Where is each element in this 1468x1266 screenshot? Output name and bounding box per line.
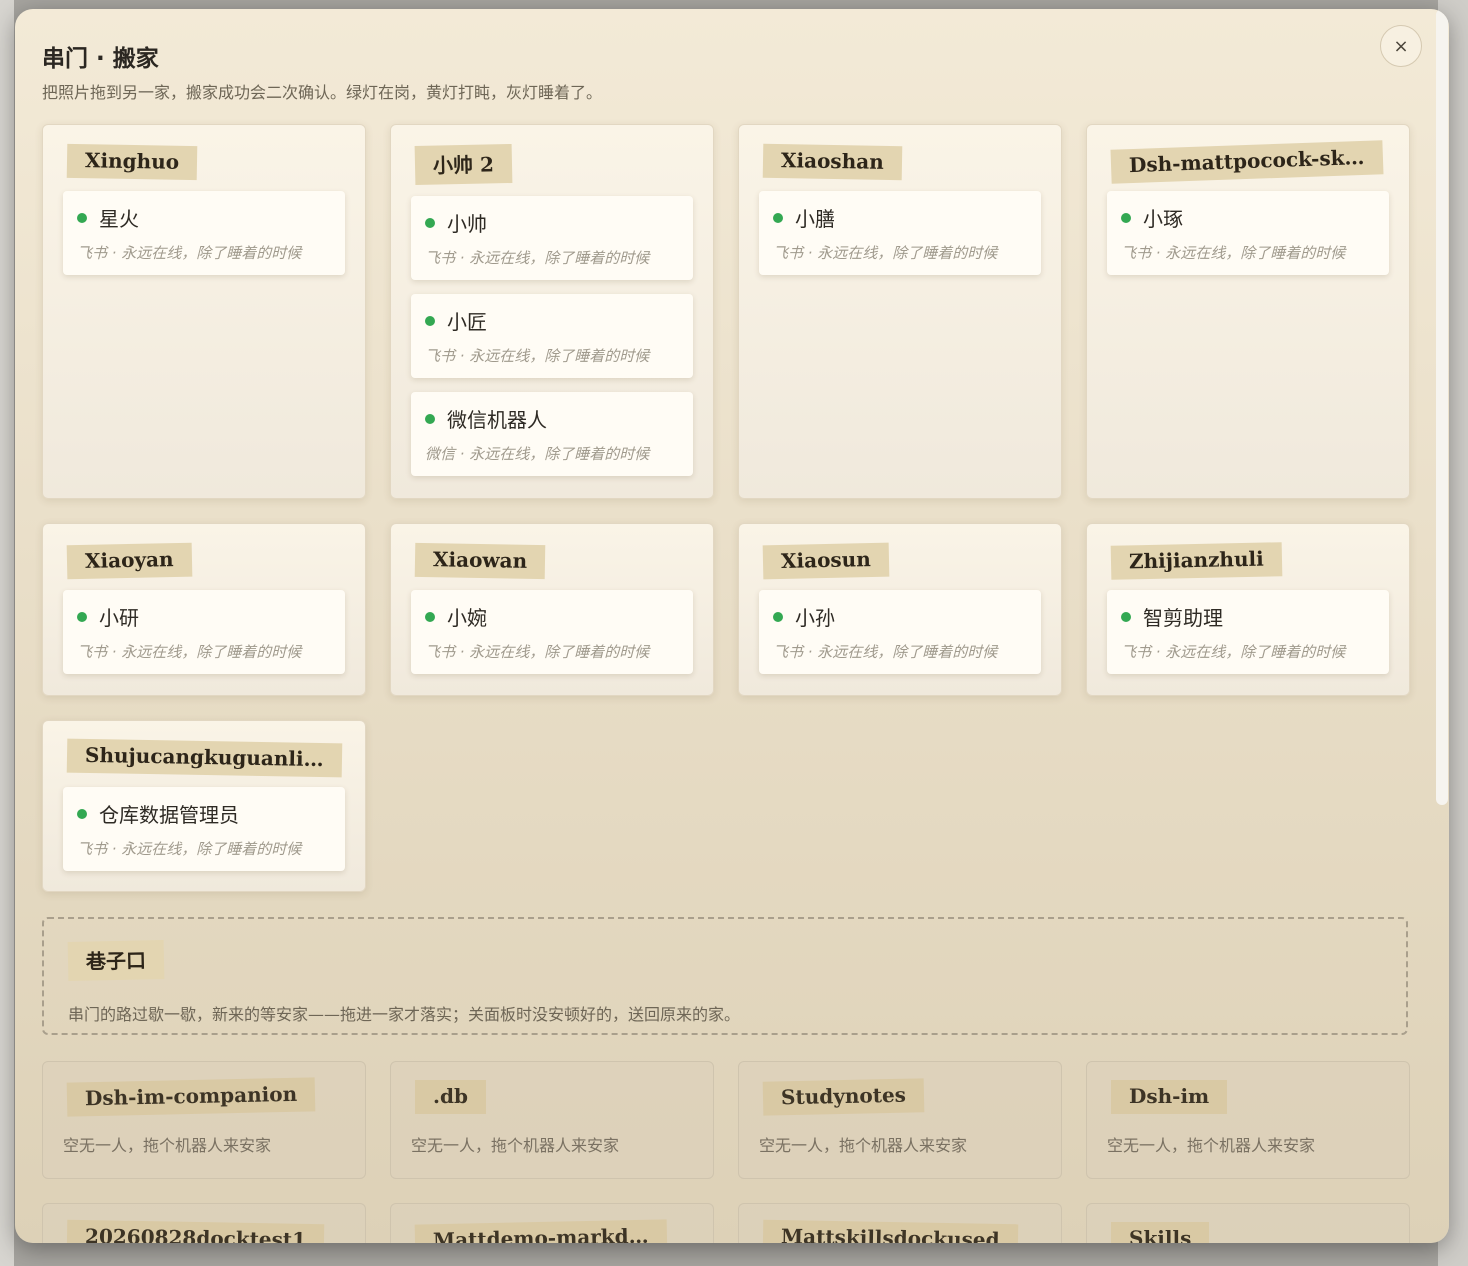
- bot-name: 小孙: [795, 606, 835, 630]
- empty-homes-row-2: 20260828docktest1 Mattdemo-markd… Mattsk…: [42, 1203, 1410, 1243]
- bot-name: 小研: [99, 606, 139, 630]
- home-card[interactable]: Xiaowan 小婉 飞书 · 永远在线，除了睡着的时候: [390, 523, 714, 696]
- modal-scrollbar[interactable]: [1436, 9, 1448, 805]
- bot-name: 微信机器人: [447, 408, 547, 432]
- empty-home-text: 空无一人，拖个机器人来安家: [411, 1136, 620, 1155]
- modal-subtitle: 把照片拖到另一家，搬家成功会二次确认。绿灯在岗，黄灯打盹，灰灯睡着了。: [42, 83, 603, 102]
- empty-home-card[interactable]: Studynotes 空无一人，拖个机器人来安家: [738, 1061, 1062, 1179]
- home-name-tag: Xinghuo: [66, 143, 198, 181]
- empty-home-card[interactable]: Mattdemo-markd…: [390, 1203, 714, 1243]
- bot-meta: 飞书 · 永远在线，除了睡着的时候: [773, 643, 998, 661]
- status-online-icon: [425, 217, 435, 228]
- bot-name: 仓库数据管理员: [99, 803, 239, 827]
- status-online-icon: [425, 611, 435, 622]
- home-name-tag: Xiaoshan: [762, 143, 903, 181]
- home-name-tag: Xiaosun: [762, 542, 890, 580]
- bot-name: 小婉: [447, 606, 487, 630]
- lane-description: 串门的路过歇一歇，新来的等安家——拖进一家才落实；关面板时没安顿好的，送回原来的…: [68, 1005, 741, 1024]
- empty-home-card[interactable]: 20260828docktest1: [42, 1203, 366, 1243]
- empty-home-text: 空无一人，拖个机器人来安家: [63, 1136, 272, 1155]
- bot-meta: 飞书 · 永远在线，除了睡着的时候: [1121, 643, 1346, 661]
- bot-meta: 飞书 · 永远在线，除了睡着的时候: [773, 244, 998, 262]
- homes-row-1: Xinghuo 星火 飞书 · 永远在线，除了睡着的时候 小帅 2 小帅 飞书 …: [42, 124, 1410, 499]
- home-name-tag: Dsh-im-companion: [66, 1077, 316, 1117]
- bot-card[interactable]: 仓库数据管理员 飞书 · 永远在线，除了睡着的时候: [63, 787, 345, 871]
- bot-meta: 飞书 · 永远在线，除了睡着的时候: [425, 347, 650, 365]
- empty-home-card[interactable]: .db 空无一人，拖个机器人来安家: [390, 1061, 714, 1179]
- home-name-tag: Mattdemo-markd…: [414, 1219, 667, 1243]
- home-name-tag: Dsh-mattpocock-sk…: [1110, 140, 1384, 184]
- empty-home-card[interactable]: Dsh-im-companion 空无一人，拖个机器人来安家: [42, 1061, 366, 1179]
- homes-row-3: Shujucangkuguanli… 仓库数据管理员 飞书 · 永远在线，除了睡…: [42, 720, 1410, 892]
- homes-row-2: Xiaoyan 小研 飞书 · 永远在线，除了睡着的时候 Xiaowan 小婉 …: [42, 523, 1410, 696]
- move-house-modal: 串门 · 搬家 把照片拖到另一家，搬家成功会二次确认。绿灯在岗，黄灯打盹，灰灯睡…: [15, 9, 1449, 1243]
- home-card[interactable]: Shujucangkuguanli… 仓库数据管理员 飞书 · 永远在线，除了睡…: [42, 720, 366, 892]
- bot-card[interactable]: 小匠 飞书 · 永远在线，除了睡着的时候: [411, 294, 693, 378]
- home-name-tag: Zhijianzhuli: [1110, 542, 1283, 580]
- status-online-icon: [77, 212, 87, 223]
- home-name-tag: Mattskillsdockused: [762, 1219, 1018, 1243]
- bot-card[interactable]: 星火 飞书 · 永远在线，除了睡着的时候: [63, 191, 345, 275]
- bot-card[interactable]: 小孙 飞书 · 永远在线，除了睡着的时候: [759, 590, 1041, 674]
- bot-meta: 飞书 · 永远在线，除了睡着的时候: [77, 643, 302, 661]
- home-name-tag: 20260828docktest1: [66, 1219, 325, 1243]
- home-card[interactable]: Dsh-mattpocock-sk… 小琢 飞书 · 永远在线，除了睡着的时候: [1086, 124, 1410, 499]
- bot-name: 星火: [99, 207, 139, 231]
- bot-name: 小匠: [447, 310, 487, 334]
- home-name-tag: Studynotes: [762, 1078, 925, 1116]
- bot-meta: 飞书 · 永远在线，除了睡着的时候: [425, 643, 650, 661]
- status-online-icon: [77, 808, 87, 819]
- home-name-tag: Dsh-im: [1111, 1080, 1228, 1114]
- lane-name-tag: 巷子口: [67, 939, 165, 982]
- bot-meta: 微信 · 永远在线，除了睡着的时候: [425, 445, 650, 463]
- home-card[interactable]: Xinghuo 星火 飞书 · 永远在线，除了睡着的时候: [42, 124, 366, 499]
- modal-title: 串门 · 搬家: [42, 46, 159, 72]
- empty-home-card[interactable]: Dsh-im 空无一人，拖个机器人来安家: [1086, 1061, 1410, 1179]
- bot-card[interactable]: 小研 飞书 · 永远在线，除了睡着的时候: [63, 590, 345, 674]
- home-card[interactable]: Xiaoshan 小膳 飞书 · 永远在线，除了睡着的时候: [738, 124, 1062, 499]
- home-card[interactable]: Zhijianzhuli 智剪助理 飞书 · 永远在线，除了睡着的时候: [1086, 523, 1410, 696]
- bot-meta: 飞书 · 永远在线，除了睡着的时候: [77, 840, 302, 858]
- bot-meta: 飞书 · 永远在线，除了睡着的时候: [425, 249, 650, 267]
- alley-drop-zone[interactable]: 巷子口 串门的路过歇一歇，新来的等安家——拖进一家才落实；关面板时没安顿好的，送…: [42, 917, 1408, 1035]
- bot-card[interactable]: 小琢 飞书 · 永远在线，除了睡着的时候: [1107, 191, 1389, 275]
- home-card[interactable]: 小帅 2 小帅 飞书 · 永远在线，除了睡着的时候 小匠 飞书 · 永远在线，除…: [390, 124, 714, 499]
- empty-home-text: 空无一人，拖个机器人来安家: [759, 1136, 968, 1155]
- home-name-tag: .db: [415, 1080, 486, 1114]
- home-name-tag: Shujucangkuguanli…: [66, 738, 342, 778]
- status-online-icon: [425, 413, 435, 424]
- status-online-icon: [425, 315, 435, 326]
- bot-meta: 飞书 · 永远在线，除了睡着的时候: [77, 244, 302, 262]
- status-online-icon: [773, 611, 783, 622]
- home-name-tag: Xiaowan: [414, 542, 546, 580]
- home-name-tag: 小帅 2: [414, 143, 513, 186]
- empty-home-card[interactable]: Mattskillsdockused: [738, 1203, 1062, 1243]
- status-online-icon: [773, 212, 783, 223]
- home-card[interactable]: Xiaoyan 小研 飞书 · 永远在线，除了睡着的时候: [42, 523, 366, 696]
- bot-card[interactable]: 智剪助理 飞书 · 永远在线，除了睡着的时候: [1107, 590, 1389, 674]
- bot-name: 小膳: [795, 207, 835, 231]
- bot-name: 小琢: [1143, 207, 1183, 231]
- bot-card[interactable]: 小膳 飞书 · 永远在线，除了睡着的时候: [759, 191, 1041, 275]
- bot-meta: 飞书 · 永远在线，除了睡着的时候: [1121, 244, 1346, 262]
- bot-card[interactable]: 微信机器人 微信 · 永远在线，除了睡着的时候: [411, 392, 693, 476]
- status-online-icon: [1121, 611, 1131, 622]
- bot-card[interactable]: 小婉 飞书 · 永远在线，除了睡着的时候: [411, 590, 693, 674]
- bot-card[interactable]: 小帅 飞书 · 永远在线，除了睡着的时候: [411, 196, 693, 280]
- bot-name: 智剪助理: [1143, 606, 1223, 630]
- close-button[interactable]: ×: [1380, 25, 1422, 67]
- home-name-tag: Xiaoyan: [66, 542, 192, 580]
- empty-home-text: 空无一人，拖个机器人来安家: [1107, 1136, 1316, 1155]
- background-sidebar: [0, 0, 14, 1266]
- bot-name: 小帅: [447, 212, 487, 236]
- empty-home-card[interactable]: Skills: [1086, 1203, 1410, 1243]
- status-online-icon: [1121, 212, 1131, 223]
- home-name-tag: Skills: [1111, 1222, 1210, 1243]
- home-card[interactable]: Xiaosun 小孙 飞书 · 永远在线，除了睡着的时候: [738, 523, 1062, 696]
- status-online-icon: [77, 611, 87, 622]
- empty-homes-row-1: Dsh-im-companion 空无一人，拖个机器人来安家 .db 空无一人，…: [42, 1061, 1410, 1179]
